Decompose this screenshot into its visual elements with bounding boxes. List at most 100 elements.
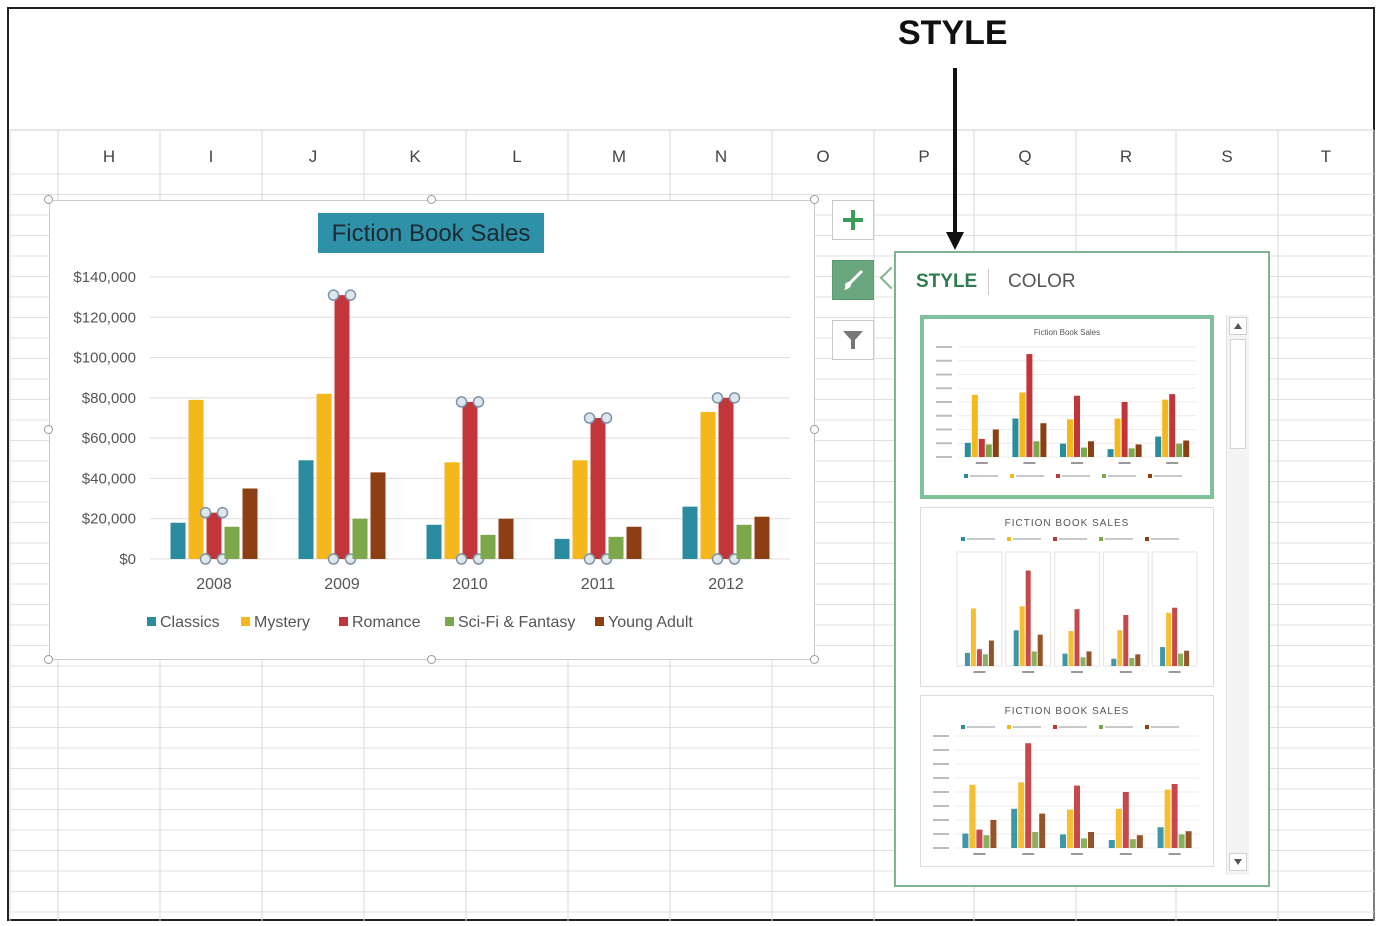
legend-entry[interactable]: Sci-Fi & Fantasy bbox=[458, 614, 575, 631]
series-selection-handle[interactable] bbox=[216, 506, 229, 519]
column-header-l[interactable]: L bbox=[466, 140, 568, 174]
x-tick-label: 2012 bbox=[708, 576, 744, 593]
thumbnail-legend-swatch bbox=[1007, 725, 1011, 729]
column-header-p[interactable]: P bbox=[874, 140, 974, 174]
bar-classics-2009[interactable] bbox=[298, 460, 314, 559]
resize-handle[interactable] bbox=[44, 655, 53, 664]
column-header-i[interactable]: I bbox=[160, 140, 262, 174]
bar-classics-2011[interactable] bbox=[554, 538, 570, 559]
bar-young-adult-2012[interactable] bbox=[754, 516, 770, 559]
scroll-up-arrow[interactable] bbox=[1229, 317, 1247, 335]
chart-area[interactable]: Fiction Book Sales $140,000 $120,000 $100,0… bbox=[49, 200, 815, 660]
bar-mystery-2008[interactable] bbox=[188, 399, 204, 559]
legend-entry[interactable]: Young Adult bbox=[608, 614, 693, 631]
thumbnail-bar bbox=[1166, 612, 1172, 666]
column-header-s[interactable]: S bbox=[1176, 140, 1278, 174]
column-header-m[interactable]: M bbox=[568, 140, 670, 174]
series-selection-handle[interactable] bbox=[711, 553, 724, 565]
column-header-o[interactable]: O bbox=[772, 140, 874, 174]
series-selection-handle[interactable] bbox=[327, 289, 340, 301]
thumbnail-axis-label bbox=[933, 833, 949, 835]
thumbnail-bar bbox=[1012, 418, 1019, 457]
series-selection-handle[interactable] bbox=[199, 553, 212, 565]
bar-romance-2009[interactable] bbox=[334, 295, 350, 559]
bar-mystery-2011[interactable] bbox=[572, 460, 588, 559]
bar-sci-fi-fantasy-2010[interactable] bbox=[480, 534, 496, 559]
resize-handle[interactable] bbox=[810, 425, 819, 434]
scroll-thumb[interactable] bbox=[1230, 339, 1246, 449]
thumbnail-bar bbox=[1123, 615, 1129, 666]
bar-romance-2008[interactable] bbox=[206, 512, 222, 559]
column-header-t[interactable]: T bbox=[1278, 140, 1374, 174]
scroll-down-arrow[interactable] bbox=[1229, 853, 1247, 871]
thumbnail-bar bbox=[1074, 609, 1080, 666]
bar-classics-2012[interactable] bbox=[682, 506, 698, 559]
bar-mystery-2009[interactable] bbox=[316, 393, 332, 559]
column-header-j[interactable]: J bbox=[262, 140, 364, 174]
column-header-n[interactable]: N bbox=[670, 140, 772, 174]
style-thumbnail-2[interactable]: FICTION BOOK SALES bbox=[920, 507, 1214, 687]
legend-entry[interactable]: Mystery bbox=[254, 614, 310, 631]
chart-elements-button[interactable] bbox=[832, 200, 874, 240]
column-header-q[interactable]: Q bbox=[974, 140, 1076, 174]
bar-sci-fi-fantasy-2008[interactable] bbox=[224, 526, 240, 559]
series-selection-handle[interactable] bbox=[455, 396, 468, 408]
thumbnail-axis-label bbox=[936, 359, 952, 362]
resize-handle[interactable] bbox=[810, 655, 819, 664]
series-selection-handle[interactable] bbox=[583, 412, 596, 424]
column-header-k[interactable]: K bbox=[364, 140, 466, 174]
series-selection-handle[interactable] bbox=[344, 289, 357, 301]
resize-handle[interactable] bbox=[427, 655, 436, 664]
legend-entry[interactable]: Romance bbox=[352, 614, 421, 631]
series-selection-handle[interactable] bbox=[472, 396, 485, 408]
bar-young-adult-2009[interactable] bbox=[370, 472, 386, 559]
bar-young-adult-2010[interactable] bbox=[498, 518, 514, 559]
bar-sci-fi-fantasy-2009[interactable] bbox=[352, 518, 368, 559]
style-thumbnail-1[interactable]: Fiction Book Sales bbox=[920, 315, 1214, 499]
series-selection-handle[interactable] bbox=[600, 412, 613, 424]
thumbnail-axis-label bbox=[936, 442, 952, 445]
bar-sci-fi-fantasy-2011[interactable] bbox=[608, 536, 624, 559]
style-thumbnail-3[interactable]: FICTION BOOK SALES bbox=[920, 695, 1214, 867]
series-selection-handle[interactable] bbox=[455, 553, 468, 565]
legend-entry[interactable]: Classics bbox=[160, 614, 220, 631]
bar-mystery-2012[interactable] bbox=[700, 411, 716, 559]
resize-handle[interactable] bbox=[44, 425, 53, 434]
thumbnail-bar bbox=[1164, 789, 1171, 848]
bar-classics-2010[interactable] bbox=[426, 524, 442, 559]
series-selection-handle[interactable] bbox=[728, 392, 741, 404]
chart-styles-button[interactable] bbox=[832, 260, 874, 300]
bar-young-adult-2008[interactable] bbox=[242, 488, 258, 560]
series-selection-handle[interactable] bbox=[583, 553, 596, 565]
bar-mystery-2010[interactable] bbox=[444, 462, 460, 559]
thumbnail-bar bbox=[1062, 653, 1068, 666]
chart-title[interactable]: Fiction Book Sales bbox=[332, 220, 531, 247]
resize-handle[interactable] bbox=[44, 195, 53, 204]
bar-classics-2008[interactable] bbox=[170, 522, 186, 559]
series-selection-handle[interactable] bbox=[711, 392, 724, 404]
thumbnail-axis-label bbox=[933, 735, 949, 737]
column-header-h[interactable]: H bbox=[58, 140, 160, 174]
thumbnail-bar bbox=[1080, 657, 1086, 666]
resize-handle[interactable] bbox=[427, 195, 436, 204]
column-header-r[interactable]: R bbox=[1076, 140, 1176, 174]
series-selection-handle[interactable] bbox=[327, 553, 340, 565]
thumbnail-category-label bbox=[973, 853, 986, 855]
thumbnail-legend-text bbox=[1151, 726, 1179, 728]
tab-style[interactable]: STYLE bbox=[916, 271, 977, 293]
bar-romance-2012[interactable] bbox=[718, 397, 734, 559]
plus-icon bbox=[843, 210, 863, 230]
bar-romance-2011[interactable] bbox=[590, 418, 606, 559]
bar-romance-2010[interactable] bbox=[462, 401, 478, 559]
thumbnail-category-label bbox=[1022, 853, 1035, 855]
series-selection-handle[interactable] bbox=[199, 506, 212, 519]
tab-color[interactable]: COLOR bbox=[1008, 271, 1076, 293]
pane-scrollbar[interactable] bbox=[1226, 315, 1249, 875]
resize-handle[interactable] bbox=[810, 195, 819, 204]
thumbnail-legend-swatch bbox=[1102, 474, 1106, 478]
chart-filters-button[interactable] bbox=[832, 320, 874, 360]
thumbnail-bar bbox=[1155, 436, 1162, 457]
bar-young-adult-2011[interactable] bbox=[626, 526, 642, 559]
bar-sci-fi-fantasy-2012[interactable] bbox=[736, 524, 752, 559]
thumbnail-bar bbox=[1040, 423, 1047, 457]
